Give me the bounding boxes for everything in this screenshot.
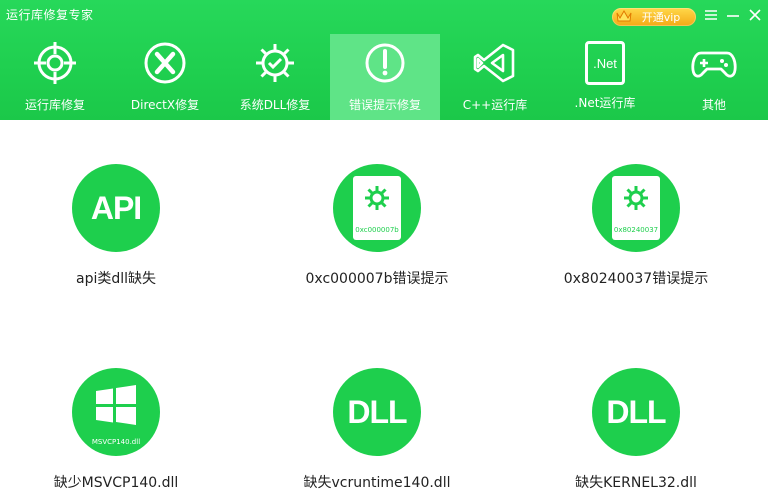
visual-studio-icon xyxy=(473,43,515,83)
gear-icon xyxy=(624,186,648,210)
dll-icon: DLL xyxy=(592,368,680,456)
crosshair-icon xyxy=(34,42,76,84)
minimize-icon[interactable] xyxy=(724,6,742,24)
tile-label: api类dll缺失 xyxy=(75,271,157,287)
tile-0x80240037-error[interactable]: 0x80240037 0x80240037错误提示 xyxy=(526,164,746,314)
windows-icon: MSVCP140.dll xyxy=(72,368,160,456)
tab-system-dll-repair[interactable]: 系统DLL修复 xyxy=(220,34,330,120)
error-code-caption: 0x80240037 xyxy=(613,226,659,234)
tab-runtime-repair[interactable]: 运行库修复 xyxy=(0,34,110,120)
error-doc-icon: 0xc000007b xyxy=(333,164,421,252)
tab-directx-repair[interactable]: DirectX修复 xyxy=(110,34,220,120)
header-bar: 运行库修复专家 开通vip 运行库修复 DirectX修复 系统DLL修复 错误… xyxy=(0,0,768,120)
gear-icon xyxy=(256,44,294,82)
tab-label: C++运行库 xyxy=(462,98,528,112)
error-code-caption: 0xc000007b xyxy=(355,226,399,234)
dll-icon-text: DLL xyxy=(606,393,666,430)
gear-icon xyxy=(365,186,389,210)
tab-label: .Net运行库 xyxy=(574,96,636,110)
crown-icon xyxy=(616,9,632,22)
tab-label: 运行库修复 xyxy=(24,98,85,112)
dll-caption: MSVCP140.dll xyxy=(91,438,141,446)
directx-icon xyxy=(144,42,186,84)
windows-logo-icon xyxy=(96,385,136,425)
dotnet-icon: .Net xyxy=(585,41,625,85)
tile-label: 缺失vcruntime140.dll xyxy=(303,475,451,491)
tile-api-dll-missing[interactable]: API api类dll缺失 xyxy=(6,164,226,314)
tab-other[interactable]: 其他 xyxy=(660,34,768,120)
open-vip-button[interactable]: 开通vip xyxy=(612,8,696,26)
tab-cpp-runtime[interactable]: C++运行库 xyxy=(440,34,550,120)
tile-kernel32-missing[interactable]: DLL 缺失KERNEL32.dll xyxy=(526,368,746,500)
dll-icon: DLL xyxy=(333,368,421,456)
api-icon: API xyxy=(72,164,160,252)
error-doc-icon: 0x80240037 xyxy=(592,164,680,252)
menu-icon[interactable] xyxy=(702,6,720,24)
app-title: 运行库修复专家 xyxy=(6,8,94,22)
dotnet-icon-text: .Net xyxy=(593,55,617,71)
vip-label: 开通vip xyxy=(641,11,681,24)
tab-label: 错误提示修复 xyxy=(348,98,421,112)
tab-label: 其他 xyxy=(701,98,726,112)
main-content: API api类dll缺失 0xc000007b 0xc000007b错误提示 xyxy=(0,120,768,500)
api-icon-text: API xyxy=(90,189,142,226)
tile-label: 缺失KERNEL32.dll xyxy=(575,475,697,491)
dll-icon-text: DLL xyxy=(347,393,407,430)
tab-error-repair[interactable]: 错误提示修复 xyxy=(330,34,440,120)
tile-label: 0xc000007b错误提示 xyxy=(305,271,449,287)
tab-dotnet-runtime[interactable]: .Net .Net运行库 xyxy=(550,34,660,120)
tile-label: 0x80240037错误提示 xyxy=(563,271,709,287)
tile-label: 缺少MSVCP140.dll xyxy=(53,475,179,491)
warning-icon xyxy=(365,43,405,83)
tab-label: 系统DLL修复 xyxy=(239,98,311,112)
gamepad-icon xyxy=(691,51,737,78)
tile-0xc000007b-error[interactable]: 0xc000007b 0xc000007b错误提示 xyxy=(267,164,487,314)
tab-label: DirectX修复 xyxy=(130,98,200,112)
tile-vcruntime140-missing[interactable]: DLL 缺失vcruntime140.dll xyxy=(267,368,487,500)
close-icon[interactable] xyxy=(746,6,764,24)
tile-msvcp140-missing[interactable]: MSVCP140.dll 缺少MSVCP140.dll xyxy=(6,368,226,500)
